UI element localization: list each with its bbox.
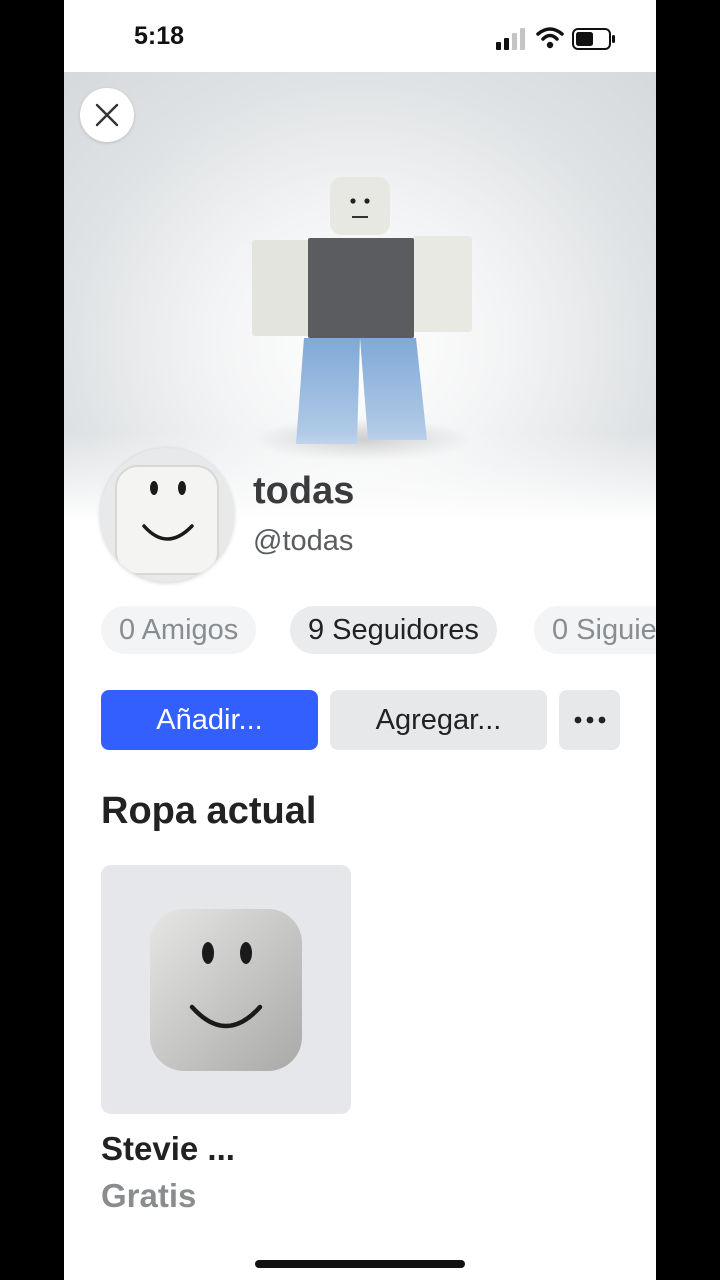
- battery-icon: [572, 28, 615, 50]
- status-time: 5:18: [134, 22, 185, 50]
- friends-chip[interactable]: 0 Amigos: [101, 606, 257, 654]
- signal-icon: [496, 28, 525, 50]
- more-options-button[interactable]: [559, 690, 620, 750]
- smiley-head-icon: [150, 909, 302, 1071]
- item-price: Gratis: [101, 1177, 197, 1214]
- wifi-icon: [536, 27, 564, 49]
- display-name: todas: [253, 470, 355, 512]
- add-friend-button[interactable]: Añadir...: [101, 690, 318, 750]
- item-card[interactable]: [101, 865, 351, 1114]
- smiley-head-icon: [115, 465, 219, 575]
- avatar[interactable]: [100, 448, 234, 582]
- followers-chip[interactable]: 9 Seguidores: [290, 606, 497, 654]
- avatar-3d-render[interactable]: [240, 172, 480, 472]
- close-button[interactable]: [80, 88, 134, 142]
- following-chip[interactable]: 0 Siguiendo: [534, 606, 656, 654]
- home-indicator[interactable]: [255, 1260, 465, 1268]
- more-dots-icon: [574, 716, 606, 724]
- status-icons: [496, 26, 616, 54]
- username: @todas: [253, 525, 354, 557]
- item-name: Stevie ...: [101, 1130, 235, 1167]
- close-icon: [95, 103, 119, 127]
- add-to-button[interactable]: Agregar...: [330, 690, 547, 750]
- profile-screen: 5:18 todas @todas 0 Amigos 9 Seguidores …: [64, 0, 656, 1280]
- section-title: Ropa actual: [101, 790, 317, 832]
- status-bar: 5:18: [64, 0, 656, 72]
